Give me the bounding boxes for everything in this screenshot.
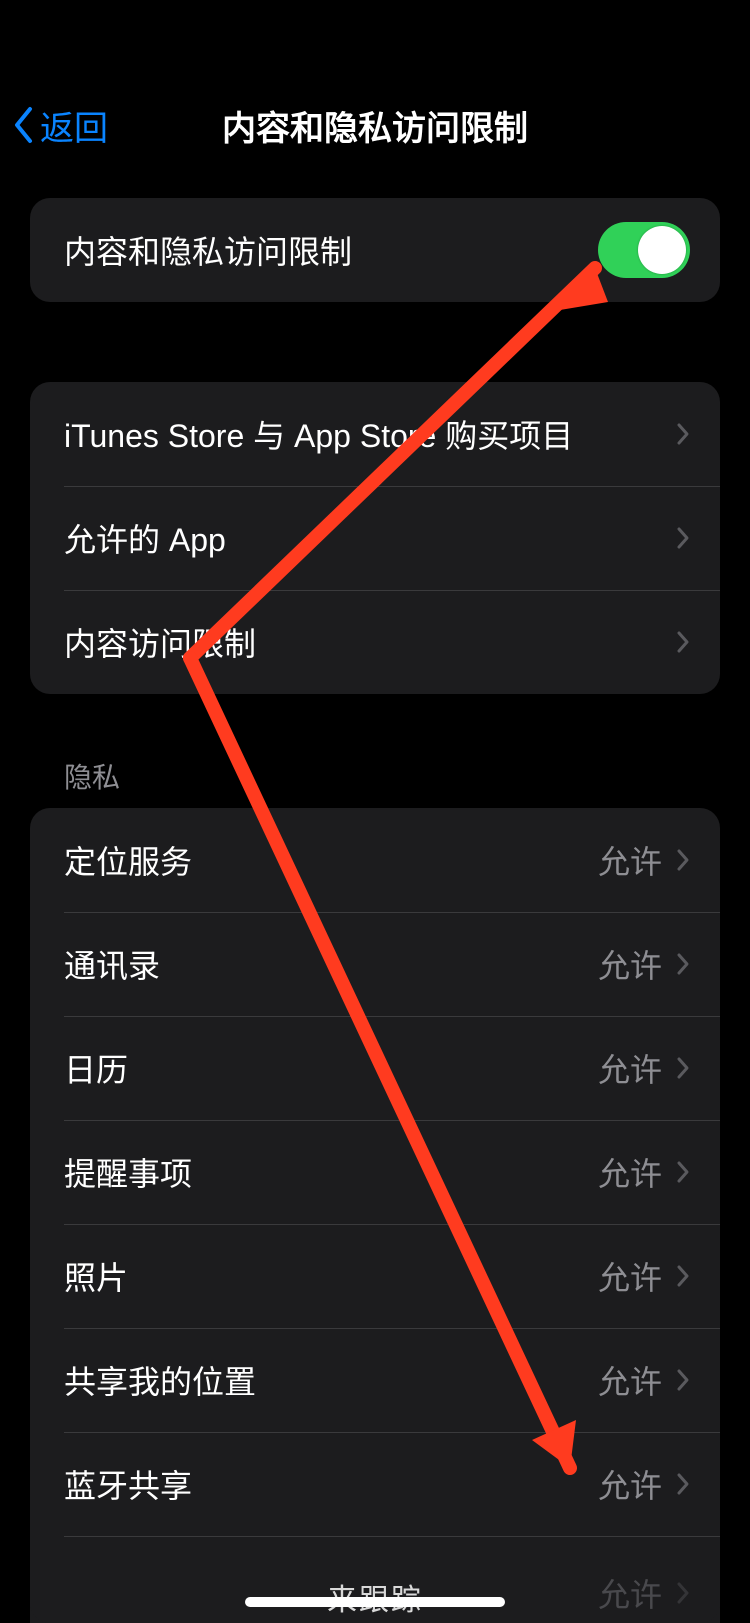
- chevron-right-icon: [676, 422, 690, 446]
- row-content-restrictions[interactable]: 内容访问限制: [30, 590, 720, 694]
- chevron-right-icon: [676, 1581, 690, 1605]
- row-label: 定位服务: [64, 837, 598, 883]
- row-label: 内容访问限制: [64, 619, 676, 665]
- row-privacy-1[interactable]: 通讯录允许: [30, 912, 720, 1016]
- chevron-right-icon: [676, 1160, 690, 1184]
- home-indicator[interactable]: [245, 1597, 505, 1607]
- page-title: 内容和隐私访问限制: [0, 101, 750, 150]
- row-value: 允许: [598, 1357, 662, 1403]
- chevron-right-icon: [676, 1368, 690, 1392]
- row-label: iTunes Store 与 App Store 购买项目: [64, 411, 676, 457]
- toggle-switch[interactable]: [598, 222, 690, 278]
- row-label: 照片: [64, 1253, 598, 1299]
- row-value: 允许: [598, 1570, 662, 1616]
- row-value: 允许: [598, 1461, 662, 1507]
- row-label: 提醒事项: [64, 1149, 598, 1195]
- row-label: 允许的 App: [64, 515, 676, 561]
- row-value: 允许: [598, 941, 662, 987]
- back-button[interactable]: 返回: [12, 101, 108, 150]
- row-label: 日历: [64, 1045, 598, 1091]
- row-privacy-3[interactable]: 提醒事项允许: [30, 1120, 720, 1224]
- row-privacy-2[interactable]: 日历允许: [30, 1016, 720, 1120]
- chevron-left-icon: [12, 106, 34, 144]
- group-toggle: 内容和隐私访问限制: [30, 198, 720, 302]
- row-value: 允许: [598, 1045, 662, 1091]
- row-content-privacy-toggle[interactable]: 内容和隐私访问限制: [30, 198, 720, 302]
- switch-knob-icon: [638, 226, 686, 274]
- chevron-right-icon: [676, 1472, 690, 1496]
- chevron-right-icon: [676, 1264, 690, 1288]
- row-value: 允许: [598, 1253, 662, 1299]
- group-privacy: 定位服务允许通讯录允许日历允许提醒事项允许照片允许共享我的位置允许蓝牙共享允许麦…: [30, 808, 720, 1623]
- status-bar: [0, 0, 750, 90]
- back-label: 返回: [40, 101, 108, 150]
- row-privacy-0[interactable]: 定位服务允许: [30, 808, 720, 912]
- chevron-right-icon: [676, 526, 690, 550]
- group-store: iTunes Store 与 App Store 购买项目 允许的 App 内容…: [30, 382, 720, 694]
- nav-bar: 返回 内容和隐私访问限制: [0, 90, 750, 160]
- section-header-privacy: 隐私: [64, 756, 720, 796]
- chevron-right-icon: [676, 952, 690, 976]
- row-itunes-appstore[interactable]: iTunes Store 与 App Store 购买项目: [30, 382, 720, 486]
- chevron-right-icon: [676, 848, 690, 872]
- toggle-label: 内容和隐私访问限制: [64, 227, 598, 273]
- row-allowed-apps[interactable]: 允许的 App: [30, 486, 720, 590]
- row-privacy-5[interactable]: 共享我的位置允许: [30, 1328, 720, 1432]
- row-label: 通讯录: [64, 941, 598, 987]
- row-value: 允许: [598, 1149, 662, 1195]
- row-privacy-4[interactable]: 照片允许: [30, 1224, 720, 1328]
- row-value: 允许: [598, 837, 662, 883]
- row-label: 蓝牙共享: [64, 1461, 598, 1507]
- row-privacy-6[interactable]: 蓝牙共享允许: [30, 1432, 720, 1536]
- row-label: 共享我的位置: [64, 1357, 598, 1403]
- chevron-right-icon: [676, 630, 690, 654]
- chevron-right-icon: [676, 1056, 690, 1080]
